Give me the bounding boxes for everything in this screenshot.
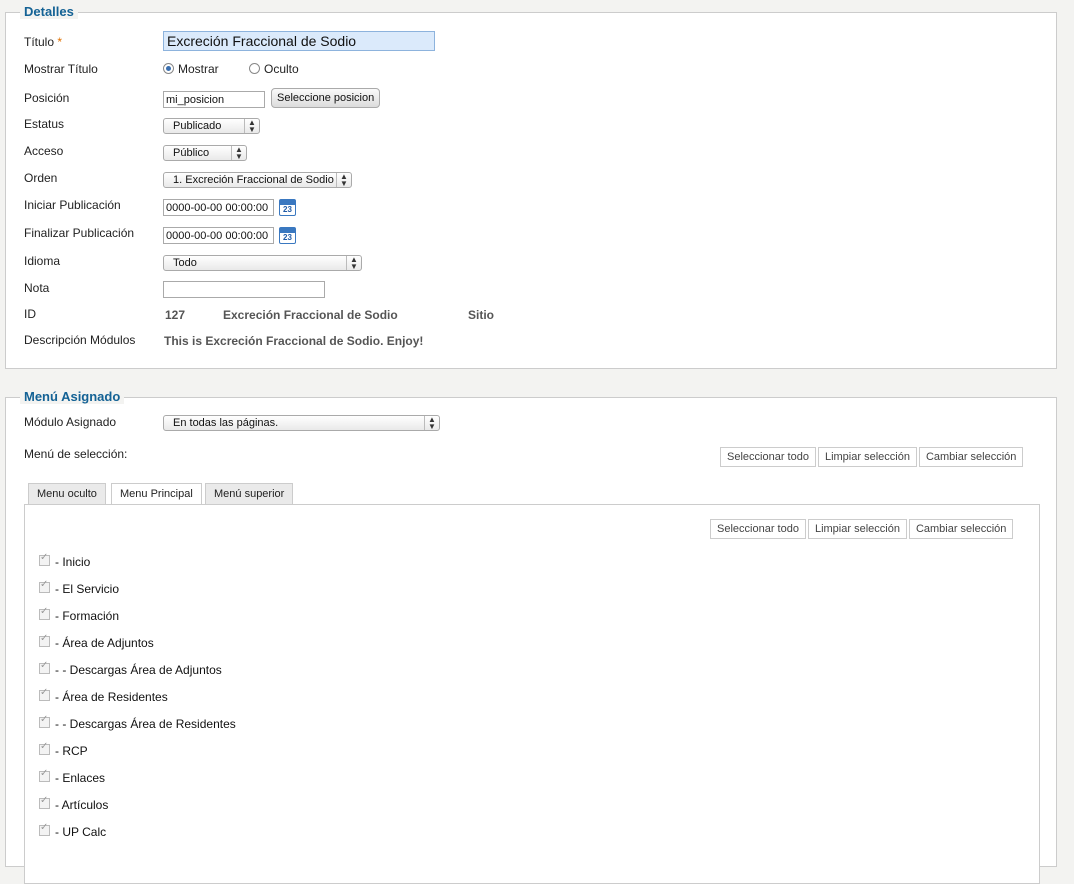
start-publishing-input[interactable]: [163, 199, 274, 216]
status-select[interactable]: Publicado ▲ ▼: [163, 118, 260, 134]
assigned-menu-fieldset: Menú Asignado Módulo Asignado En todas l…: [5, 389, 1057, 884]
show-title-radio-show[interactable]: Mostrar: [163, 62, 219, 76]
list-item[interactable]: - Inicio: [39, 552, 90, 569]
list-item[interactable]: - Área de Adjuntos: [39, 633, 154, 650]
assigned-module-select[interactable]: En todas las páginas. ▲ ▼: [163, 415, 440, 431]
order-label: Orden: [24, 171, 58, 185]
toggle-selection-button[interactable]: Cambiar selección: [918, 447, 1024, 467]
tab-menu-superior[interactable]: Menú superior: [205, 483, 294, 505]
access-select[interactable]: Público ▲ ▼: [163, 145, 247, 161]
calendar-icon[interactable]: 23: [279, 199, 296, 216]
checkbox-icon[interactable]: [39, 606, 50, 620]
tab-menu-principal[interactable]: Menu Principal: [111, 483, 202, 506]
radio-empty-icon: [249, 63, 260, 74]
status-label: Estatus: [24, 117, 65, 131]
list-item[interactable]: - Formación: [39, 606, 119, 623]
id-label: ID: [24, 307, 36, 321]
select-arrows-icon: ▲ ▼: [244, 119, 259, 134]
select-all-button[interactable]: Seleccionar todo: [710, 519, 806, 539]
assigned-menu-legend: Menú Asignado: [20, 389, 125, 404]
language-label: Idioma: [24, 254, 61, 268]
calendar-icon[interactable]: 23: [279, 227, 296, 244]
start-publishing-label: Iniciar Publicación: [24, 198, 121, 212]
checkbox-icon[interactable]: [39, 579, 50, 593]
global-selection-buttons: Seleccionar todo Limpiar selección Cambi…: [720, 447, 1025, 467]
checkbox-icon[interactable]: [39, 741, 50, 755]
title-input[interactable]: [163, 31, 435, 51]
list-item[interactable]: - UP Calc: [39, 822, 106, 839]
list-item[interactable]: - - Descargas Área de Adjuntos: [39, 660, 222, 677]
checkbox-icon[interactable]: [39, 687, 50, 701]
id-site: Sitio: [468, 308, 494, 322]
tab-panel: Seleccionar todo Limpiar selección Cambi…: [24, 504, 1040, 884]
list-item[interactable]: - - Descargas Área de Residentes: [39, 714, 236, 731]
checkbox-icon[interactable]: [39, 822, 50, 836]
assigned-module-label: Módulo Asignado: [24, 415, 117, 429]
tab-selection-buttons: Seleccionar todo Limpiar selección Cambi…: [710, 519, 1015, 539]
select-position-button[interactable]: Seleccione posicion: [271, 88, 381, 108]
position-label: Posición: [24, 91, 70, 105]
finish-publishing-label: Finalizar Publicación: [24, 226, 135, 240]
note-label: Nota: [24, 281, 50, 295]
position-input[interactable]: [163, 91, 265, 108]
description-label: Descripción Módulos: [24, 333, 136, 347]
details-legend: Detalles: [20, 4, 78, 19]
note-input[interactable]: [163, 281, 325, 298]
list-item[interactable]: - Artículos: [39, 795, 108, 812]
radio-selected-icon: [163, 63, 174, 74]
list-item[interactable]: - RCP: [39, 741, 88, 758]
clear-selection-button[interactable]: Limpiar selección: [817, 447, 917, 467]
select-arrows-icon: ▲ ▼: [231, 146, 246, 161]
checkbox-icon[interactable]: [39, 795, 50, 809]
list-item[interactable]: - Área de Residentes: [39, 687, 168, 704]
menu-selection-label: Menú de selección:: [24, 447, 128, 461]
details-fieldset: Detalles Título * Mostrar Título Mostrar…: [5, 4, 1057, 369]
required-marker: *: [57, 35, 63, 49]
id-module-name: Excreción Fraccional de Sodio: [223, 308, 398, 322]
clear-selection-button[interactable]: Limpiar selección: [807, 519, 907, 539]
list-item[interactable]: - El Servicio: [39, 579, 119, 596]
select-all-button[interactable]: Seleccionar todo: [720, 447, 816, 467]
tab-menu-oculto[interactable]: Menu oculto: [28, 483, 106, 505]
checkbox-icon[interactable]: [39, 714, 50, 728]
toggle-selection-button[interactable]: Cambiar selección: [908, 519, 1014, 539]
order-select[interactable]: 1. Excreción Fraccional de Sodio ▲ ▼: [163, 172, 352, 188]
select-arrows-icon: ▲ ▼: [336, 173, 351, 188]
select-arrows-icon: ▲ ▼: [424, 416, 439, 431]
finish-publishing-input[interactable]: [163, 227, 274, 244]
checkbox-icon[interactable]: [39, 768, 50, 782]
description-value: This is Excreción Fraccional de Sodio. E…: [164, 334, 424, 348]
checkbox-icon[interactable]: [39, 633, 50, 647]
show-title-radio-hide[interactable]: Oculto: [249, 62, 299, 76]
title-label: Título *: [24, 35, 63, 49]
checkbox-icon[interactable]: [39, 660, 50, 674]
id-value: 127: [165, 308, 186, 322]
show-title-label: Mostrar Título: [24, 62, 98, 76]
checkbox-icon[interactable]: [39, 552, 50, 566]
list-item[interactable]: - Enlaces: [39, 768, 105, 785]
access-label: Acceso: [24, 144, 64, 158]
select-arrows-icon: ▲ ▼: [346, 256, 361, 271]
language-select[interactable]: Todo ▲ ▼: [163, 255, 362, 271]
